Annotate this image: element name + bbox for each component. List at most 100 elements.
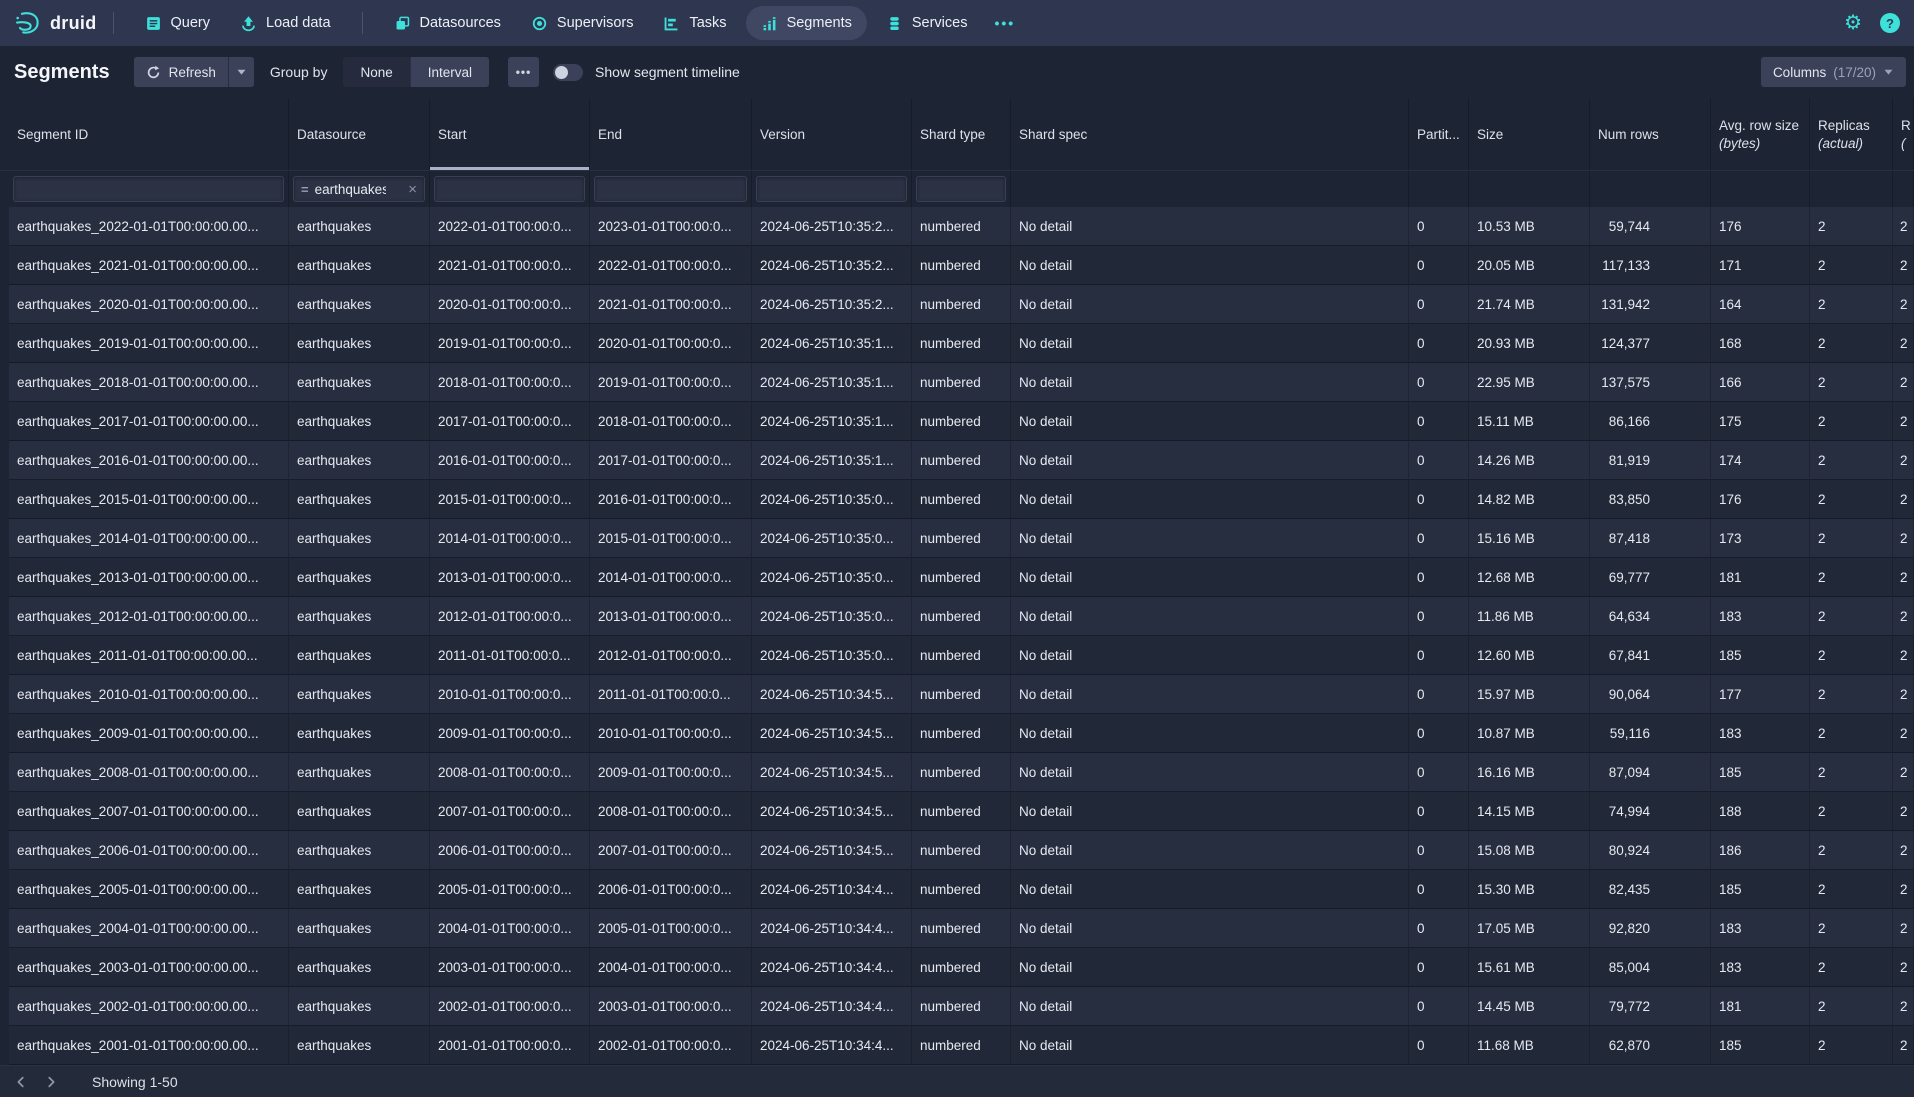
cell-partition[interactable]: 0 [1409,714,1469,753]
cell-segment_id[interactable]: earthquakes_2009-01-01T00:00:00.00... [9,714,289,753]
cell-partition[interactable]: 0 [1409,285,1469,324]
cell-partition[interactable]: 0 [1409,636,1469,675]
cell-replication_factor[interactable]: 2 [1893,480,1914,519]
cell-replication_factor[interactable]: 2 [1893,519,1914,558]
columns-button[interactable]: Columns (17/20) [1761,57,1906,87]
nav-item-supervisors[interactable]: Supervisors [516,0,649,46]
cell-shard_type[interactable]: numbered [912,909,1011,948]
cell-replication_factor[interactable]: 2 [1893,324,1914,363]
cell-replication_factor[interactable]: 2 [1893,597,1914,636]
cell-avg_row_size[interactable]: 176 [1711,480,1810,519]
cell-shard_spec[interactable]: No detail [1011,987,1409,1026]
column-header-partition[interactable]: Partit... [1409,98,1469,170]
cell-size[interactable]: 16.16 MB [1469,753,1590,792]
cell-start[interactable]: 2002-01-01T00:00:0... [430,987,590,1026]
cell-replicas[interactable]: 2 [1810,519,1893,558]
cell-num_rows[interactable]: 117,133 [1590,246,1711,285]
cell-shard_spec[interactable]: No detail [1011,480,1409,519]
cell-avg_row_size[interactable]: 166 [1711,363,1810,402]
cell-size[interactable]: 14.45 MB [1469,987,1590,1026]
cell-version[interactable]: 2024-06-25T10:34:4... [752,909,912,948]
cell-partition[interactable]: 0 [1409,792,1469,831]
cell-end[interactable]: 2021-01-01T00:00:0... [590,285,752,324]
cell-partition[interactable]: 0 [1409,909,1469,948]
cell-end[interactable]: 2020-01-01T00:00:0... [590,324,752,363]
cell-shard_type[interactable]: numbered [912,1026,1011,1065]
cell-start[interactable]: 2004-01-01T00:00:0... [430,909,590,948]
cell-shard_type[interactable]: numbered [912,207,1011,246]
cell-datasource[interactable]: earthquakes [289,519,430,558]
cell-datasource[interactable]: earthquakes [289,675,430,714]
cell-version[interactable]: 2024-06-25T10:34:4... [752,987,912,1026]
cell-size[interactable]: 17.05 MB [1469,909,1590,948]
cell-segment_id[interactable]: earthquakes_2015-01-01T00:00:00.00... [9,480,289,519]
cell-partition[interactable]: 0 [1409,675,1469,714]
help-icon[interactable]: ? [1880,13,1900,33]
cell-end[interactable]: 2009-01-01T00:00:0... [590,753,752,792]
cell-datasource[interactable]: earthquakes [289,987,430,1026]
cell-start[interactable]: 2020-01-01T00:00:0... [430,285,590,324]
cell-avg_row_size[interactable]: 183 [1711,597,1810,636]
cell-partition[interactable]: 0 [1409,207,1469,246]
cell-shard_spec[interactable]: No detail [1011,675,1409,714]
cell-end[interactable]: 2011-01-01T00:00:0... [590,675,752,714]
cell-avg_row_size[interactable]: 181 [1711,558,1810,597]
cell-num_rows[interactable]: 87,094 [1590,753,1711,792]
cell-datasource[interactable]: earthquakes [289,792,430,831]
cell-version[interactable]: 2024-06-25T10:34:4... [752,948,912,987]
cell-replicas[interactable]: 2 [1810,792,1893,831]
cell-replicas[interactable]: 2 [1810,636,1893,675]
cell-end[interactable]: 2012-01-01T00:00:0... [590,636,752,675]
cell-shard_spec[interactable]: No detail [1011,441,1409,480]
cell-end[interactable]: 2003-01-01T00:00:0... [590,987,752,1026]
cell-replication_factor[interactable]: 2 [1893,948,1914,987]
cell-num_rows[interactable]: 82,435 [1590,870,1711,909]
cell-replicas[interactable]: 2 [1810,246,1893,285]
cell-segment_id[interactable]: earthquakes_2013-01-01T00:00:00.00... [9,558,289,597]
cell-replicas[interactable]: 2 [1810,441,1893,480]
next-page-button[interactable] [36,1067,66,1097]
nav-item-services[interactable]: Services [871,0,983,46]
cell-partition[interactable]: 0 [1409,597,1469,636]
cell-avg_row_size[interactable]: 177 [1711,675,1810,714]
cell-avg_row_size[interactable]: 185 [1711,636,1810,675]
cell-shard_spec[interactable]: No detail [1011,285,1409,324]
cell-shard_spec[interactable]: No detail [1011,558,1409,597]
cell-shard_spec[interactable]: No detail [1011,519,1409,558]
cell-replication_factor[interactable]: 2 [1893,792,1914,831]
cell-replicas[interactable]: 2 [1810,948,1893,987]
cell-replication_factor[interactable]: 2 [1893,753,1914,792]
cell-replication_factor[interactable]: 2 [1893,870,1914,909]
cell-start[interactable]: 2010-01-01T00:00:0... [430,675,590,714]
cell-start[interactable]: 2021-01-01T00:00:0... [430,246,590,285]
cell-shard_type[interactable]: numbered [912,636,1011,675]
cell-end[interactable]: 2014-01-01T00:00:0... [590,558,752,597]
cell-version[interactable]: 2024-06-25T10:35:0... [752,480,912,519]
cell-datasource[interactable]: earthquakes [289,246,430,285]
cell-replication_factor[interactable]: 2 [1893,636,1914,675]
cell-replicas[interactable]: 2 [1810,558,1893,597]
cell-version[interactable]: 2024-06-25T10:34:5... [752,714,912,753]
cell-partition[interactable]: 0 [1409,441,1469,480]
cell-shard_type[interactable]: numbered [912,519,1011,558]
cell-shard_spec[interactable]: No detail [1011,948,1409,987]
cell-replicas[interactable]: 2 [1810,870,1893,909]
filter-input-shard_type[interactable] [916,176,1006,202]
cell-replication_factor[interactable]: 2 [1893,441,1914,480]
cell-size[interactable]: 14.82 MB [1469,480,1590,519]
cell-end[interactable]: 2002-01-01T00:00:0... [590,1026,752,1065]
cell-num_rows[interactable]: 59,116 [1590,714,1711,753]
cell-avg_row_size[interactable]: 168 [1711,324,1810,363]
filter-input-segment_id[interactable] [13,176,284,202]
cell-avg_row_size[interactable]: 183 [1711,948,1810,987]
cell-segment_id[interactable]: earthquakes_2002-01-01T00:00:00.00... [9,987,289,1026]
cell-end[interactable]: 2004-01-01T00:00:0... [590,948,752,987]
cell-replication_factor[interactable]: 2 [1893,675,1914,714]
cell-num_rows[interactable]: 64,634 [1590,597,1711,636]
cell-segment_id[interactable]: earthquakes_2016-01-01T00:00:00.00... [9,441,289,480]
cell-num_rows[interactable]: 85,004 [1590,948,1711,987]
cell-avg_row_size[interactable]: 181 [1711,987,1810,1026]
cell-shard_spec[interactable]: No detail [1011,246,1409,285]
cell-num_rows[interactable]: 90,064 [1590,675,1711,714]
cell-datasource[interactable]: earthquakes [289,597,430,636]
